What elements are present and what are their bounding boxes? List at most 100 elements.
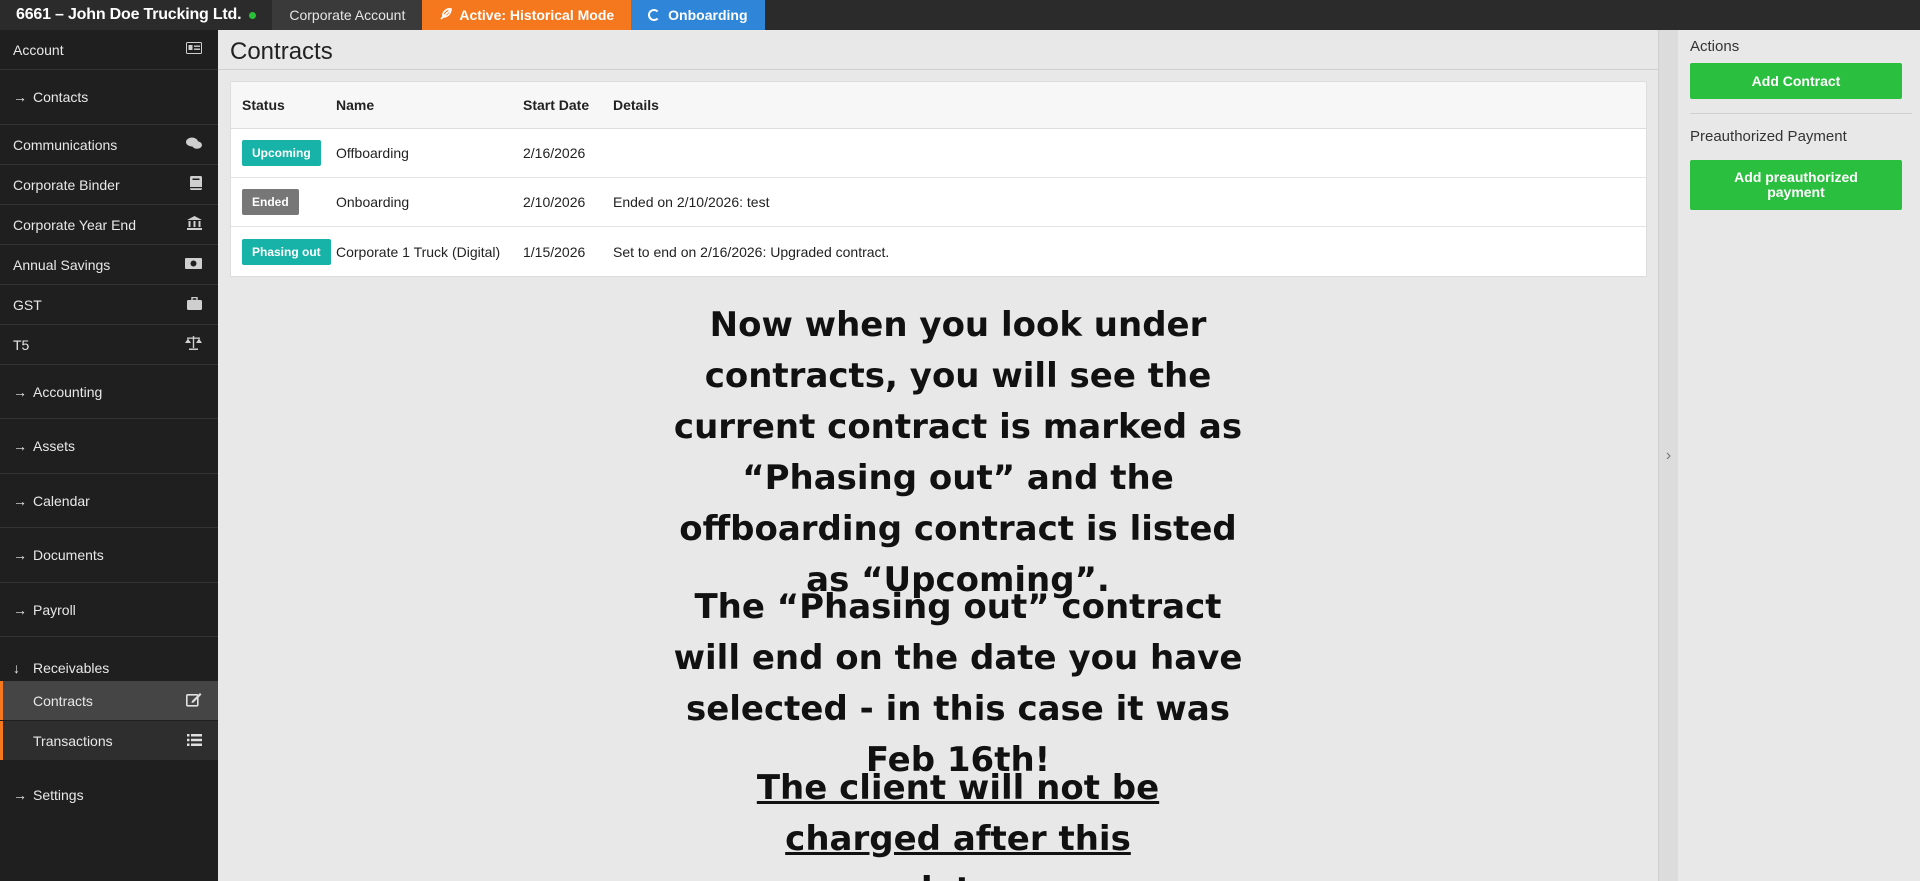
tab-onboarding[interactable]: Onboarding [631, 0, 765, 30]
arrow-right-icon: → [13, 547, 27, 563]
table-row[interactable]: Ended Onboarding 2/10/2026 Ended on 2/10… [231, 178, 1646, 227]
sidebar-item-label: Assets [33, 438, 76, 454]
arrow-right-icon: → [13, 89, 27, 105]
sidebar-item-t5[interactable]: T5 [0, 325, 218, 365]
status-badge: Upcoming [242, 140, 321, 166]
sidebar-subitem-transactions[interactable]: Transactions [0, 721, 218, 760]
arrow-down-icon: ↓ [13, 660, 20, 676]
tab-historical-mode-label: Active: Historical Mode [459, 7, 615, 23]
edit-icon [186, 692, 202, 710]
annotation-paragraph-1: Now when you look under contracts, you w… [673, 305, 1243, 600]
sidebar-item-corporate-year-end[interactable]: Corporate Year End [0, 205, 218, 245]
status-badge: Ended [242, 189, 299, 215]
sidebar-item-label: Contracts [33, 692, 93, 709]
company-name[interactable]: 6661 – John Doe Trucking Ltd. [0, 0, 273, 30]
feather-icon [439, 7, 453, 24]
sidebar-item-label: Accounting [33, 383, 103, 400]
column-header-status[interactable]: Status [231, 97, 336, 113]
status-cell: Ended [231, 189, 336, 215]
details-cell: Ended on 2/10/2026: test [613, 194, 770, 210]
briefcase-icon [187, 296, 202, 313]
sidebar-item-account[interactable]: Account [0, 30, 218, 70]
sidebar-item-annual-savings[interactable]: Annual Savings [0, 245, 218, 285]
sidebar-item-calendar[interactable]: → Calendar [0, 474, 218, 528]
sidebar-item-label: Account [13, 41, 64, 58]
annotation-paragraph-3: The client will not be charged after thi… [756, 768, 1160, 881]
sidebar-item-settings[interactable]: → Settings [0, 775, 218, 815]
chevron-right-icon: › [1665, 446, 1672, 464]
sidebar-subitem-contracts[interactable]: Contracts [0, 681, 218, 720]
sidebar-item-label: T5 [13, 336, 30, 353]
comments-icon [186, 137, 202, 153]
sidebar-item-label: Receivables [33, 660, 110, 676]
sidebar-item-payroll[interactable]: → Payroll [0, 583, 218, 637]
sidebar-item-label: Contacts [33, 89, 89, 105]
tab-corporate-account[interactable]: Corporate Account [272, 0, 423, 30]
arrow-right-icon: → [13, 383, 27, 400]
collapse-panel-toggle[interactable]: › [1658, 30, 1678, 881]
book-icon [190, 176, 202, 193]
top-bar: 6661 – John Doe Trucking Ltd. Corporate … [0, 0, 1920, 30]
sidebar-item-label: Transactions [33, 732, 113, 749]
company-name-text: 6661 – John Doe Trucking Ltd. [16, 6, 242, 23]
spinner-icon [648, 9, 661, 21]
sidebar-item-documents[interactable]: → Documents [0, 528, 218, 583]
sidebar-item-label: Documents [33, 547, 104, 563]
sidebar-item-label: Calendar [33, 492, 90, 509]
sidebar-item-communications[interactable]: Communications [0, 125, 218, 165]
page-title: Contracts [230, 38, 333, 65]
column-header-start-date[interactable]: Start Date [523, 97, 613, 113]
sidebar-item-label: Corporate Year End [13, 216, 136, 233]
arrow-right-icon: → [13, 438, 27, 454]
id-card-icon [186, 42, 202, 57]
sidebar-item-assets[interactable]: → Assets [0, 419, 218, 474]
preauthorized-payment-heading: Preauthorized Payment [1690, 128, 1847, 145]
contracts-table: Status Name Start Date Details Upcoming … [230, 81, 1647, 277]
status-badge: Phasing out [242, 238, 331, 265]
sidebar-item-accounting[interactable]: → Accounting [0, 365, 218, 419]
sidebar-item-label: Annual Savings [13, 256, 111, 273]
annotation-paragraph-2: The “Phasing out” contract will end on t… [673, 587, 1243, 780]
main-content: Contracts Status Name Start Date Details… [218, 30, 1658, 881]
table-row[interactable]: Phasing out Corporate 1 Truck (Digital) … [231, 227, 1646, 276]
balance-scale-icon [185, 336, 202, 353]
sidebar-item-label: Settings [33, 787, 84, 803]
add-contract-button[interactable]: Add Contract [1690, 63, 1902, 99]
table-row[interactable]: Upcoming Offboarding 2/16/2026 [231, 129, 1646, 178]
sidebar-item-label: Payroll [33, 601, 76, 618]
divider [1690, 113, 1912, 114]
sidebar-item-label: Corporate Binder [13, 176, 120, 193]
add-preauthorized-payment-button[interactable]: Add preauthorized payment [1690, 160, 1902, 210]
sidebar-item-label: GST [13, 296, 42, 313]
sidebar-item-receivables[interactable]: ↓ Receivables [0, 637, 218, 687]
arrow-right-icon: → [13, 492, 27, 509]
name-cell: Onboarding [336, 194, 410, 210]
sidebar-item-gst[interactable]: GST [0, 285, 218, 325]
status-cell: Upcoming [231, 140, 336, 166]
right-panel: Actions Add Contract Preauthorized Payme… [1678, 30, 1920, 881]
table-header: Status Name Start Date Details [231, 82, 1646, 129]
sidebar: Account → Contacts Communications Corpor… [0, 30, 218, 881]
status-cell: Phasing out [231, 238, 336, 265]
name-cell: Offboarding [336, 145, 409, 161]
sidebar-item-contacts[interactable]: → Contacts [0, 70, 218, 125]
tab-onboarding-label: Onboarding [668, 7, 748, 23]
name-cell: Corporate 1 Truck (Digital) [336, 243, 501, 260]
money-icon [185, 257, 202, 272]
start-date-cell: 1/15/2026 [523, 243, 586, 260]
divider [218, 69, 1658, 70]
column-header-details[interactable]: Details [613, 97, 1646, 113]
bank-icon [187, 216, 202, 233]
tab-historical-mode[interactable]: Active: Historical Mode [422, 0, 632, 30]
sidebar-item-label: Communications [13, 136, 118, 153]
online-status-dot [249, 11, 257, 19]
actions-heading: Actions [1690, 38, 1740, 55]
tab-corporate-account-label: Corporate Account [289, 7, 406, 23]
start-date-cell: 2/10/2026 [523, 194, 586, 210]
column-header-name[interactable]: Name [336, 97, 523, 113]
arrow-right-icon: → [13, 601, 27, 618]
start-date-cell: 2/16/2026 [523, 145, 586, 161]
details-cell: Set to end on 2/16/2026: Upgraded contra… [613, 243, 890, 260]
list-icon [187, 733, 202, 749]
sidebar-item-corporate-binder[interactable]: Corporate Binder [0, 165, 218, 205]
